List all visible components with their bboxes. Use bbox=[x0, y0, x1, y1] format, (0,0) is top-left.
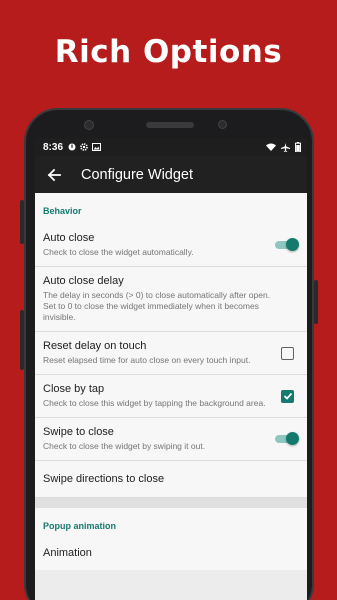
status-bar: 8:36 bbox=[35, 138, 307, 156]
pref-title: Swipe to close bbox=[43, 426, 114, 439]
pref-title: Auto close bbox=[43, 232, 95, 244]
pref-summary: Check to close the widget by swiping it … bbox=[43, 441, 206, 452]
section-header: Popup animation bbox=[43, 521, 116, 532]
battery-icon bbox=[295, 142, 301, 152]
settings-section-behavior: Behavior Auto close Check to close the w… bbox=[35, 193, 307, 499]
pref-summary: The delay in seconds (> 0) to close auto… bbox=[43, 290, 271, 323]
front-camera-icon bbox=[84, 120, 94, 130]
section-divider bbox=[35, 498, 307, 509]
settings-section-popup-animation: Popup animation Animation bbox=[35, 508, 307, 571]
app-bar-title: Configure Widget bbox=[81, 166, 194, 183]
pref-title: Auto close delay bbox=[43, 275, 124, 288]
pref-title: Close by tap bbox=[43, 383, 105, 396]
app-bar: Configure Widget bbox=[35, 156, 307, 193]
pref-title: Swipe directions to close bbox=[43, 473, 165, 486]
image-icon bbox=[92, 143, 102, 151]
phone-screen: 8:36 Configure Widget Behavior Auto clos… bbox=[35, 138, 307, 600]
airplane-mode-icon bbox=[281, 142, 290, 152]
pref-close-by-tap[interactable]: Close by tap Check to close this widget … bbox=[35, 375, 307, 419]
wifi-icon bbox=[266, 143, 276, 151]
close-by-tap-checkbox[interactable] bbox=[281, 389, 294, 403]
pref-auto-close[interactable]: Auto close Check to close the widget aut… bbox=[35, 224, 307, 268]
section-header: Behavior bbox=[43, 206, 82, 216]
back-button[interactable] bbox=[43, 164, 65, 186]
side-button bbox=[314, 280, 318, 324]
promo-headline: Rich Options bbox=[54, 34, 283, 70]
status-time: 8:36 bbox=[43, 141, 64, 153]
swipe-to-close-switch[interactable] bbox=[273, 432, 299, 446]
reset-delay-checkbox[interactable] bbox=[281, 346, 294, 360]
checkmark-icon bbox=[283, 393, 292, 400]
pref-auto-close-delay[interactable]: Auto close delay The delay in seconds (>… bbox=[35, 267, 307, 333]
pref-summary: Reset elapsed time for auto close on eve… bbox=[43, 355, 251, 366]
pref-swipe-directions[interactable]: Swipe directions to close bbox=[35, 461, 307, 499]
arrow-back-icon bbox=[47, 168, 61, 181]
auto-close-switch[interactable] bbox=[273, 238, 299, 252]
pref-summary: Check to close this widget by tapping th… bbox=[43, 398, 266, 409]
pref-summary: Check to close the widget automatically. bbox=[43, 247, 194, 257]
pref-swipe-to-close[interactable]: Swipe to close Check to close the widget… bbox=[35, 418, 307, 462]
sensor-icon bbox=[218, 120, 227, 129]
pref-animation[interactable]: Animation bbox=[35, 539, 307, 570]
settings-gear-icon bbox=[80, 143, 88, 151]
volume-button bbox=[20, 200, 24, 244]
pref-reset-delay-on-touch[interactable]: Reset delay on touch Reset elapsed time … bbox=[35, 332, 307, 376]
pref-title: Animation bbox=[43, 547, 92, 560]
notification-icon bbox=[68, 143, 76, 151]
phone-frame: 8:36 Configure Widget Behavior Auto clos… bbox=[20, 108, 318, 600]
speaker-grille bbox=[146, 122, 194, 128]
power-button bbox=[20, 310, 24, 370]
pref-title: Reset delay on touch bbox=[43, 340, 147, 353]
